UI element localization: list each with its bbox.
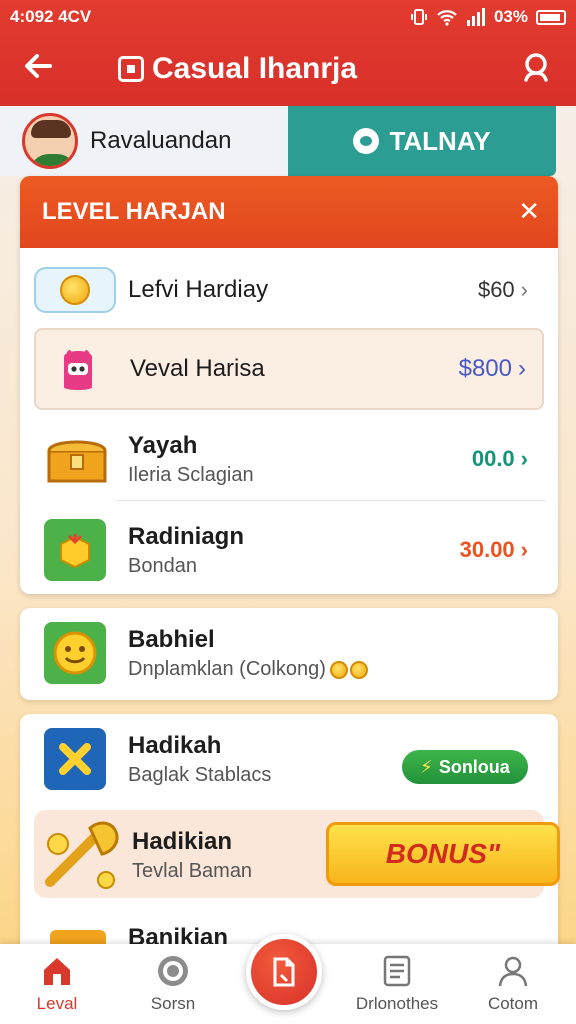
signal-icon — [466, 8, 485, 26]
center-action-button[interactable] — [246, 934, 322, 1010]
ribbon-icon — [44, 728, 106, 790]
bonus-subtitle: Tevlal Baman — [132, 860, 253, 882]
vibrate-icon — [410, 9, 427, 25]
nav-item-cotom[interactable]: Cotom — [458, 954, 568, 1014]
home-icon — [44, 958, 70, 985]
list-item-amount: $800 › — [458, 355, 526, 382]
nav-label: Drlonothes — [355, 994, 439, 1013]
peek-chest-icon — [50, 930, 106, 944]
level-panel: LEVEL HARJAN ✕ Lefvi Hardiay $60 › Veval … — [20, 176, 558, 594]
babhiel-subtitle: Dnplamklan (Colkong) — [128, 658, 326, 680]
bonus-button[interactable]: BONUS" — [326, 822, 560, 886]
trumpet-icon — [40, 812, 124, 901]
bonus-title: Hadikian — [132, 828, 233, 855]
pink-mascot-icon — [50, 341, 106, 397]
page-title-text: Casual Ɩhanrja — [152, 52, 358, 85]
babhiel-title: Babhiel — [128, 626, 215, 653]
list-item-title: Yayah — [128, 431, 198, 459]
list-item-highlighted[interactable]: Veval Harisa $800 › — [34, 328, 544, 410]
list-item-label: Veval Harisa — [130, 355, 265, 382]
hadikah-subtitle: Baglak Stablacs — [128, 764, 272, 786]
document-list-icon — [383, 955, 411, 987]
babhiel-text: Babhiel Dnplamklan (Colkong) — [128, 626, 368, 681]
back-arrow-icon[interactable] — [20, 48, 56, 84]
profile-name: Ravaluandan — [90, 127, 232, 154]
status-icons: 03% — [410, 7, 566, 27]
nav-label: Cotom — [487, 994, 539, 1013]
battery-icon — [536, 9, 566, 25]
list-item[interactable]: Lefvi Hardiay $60 › — [34, 262, 544, 318]
list-item-text: Radiniagn Bondan — [128, 523, 244, 578]
nav-label: Sorsn — [150, 994, 196, 1013]
hadikah-title: Hadikah — [128, 732, 222, 759]
talnay-label: TALNAY — [389, 125, 491, 156]
treasure-chest-icon — [42, 428, 112, 490]
sonloua-button[interactable]: ⚡ Sonloua — [402, 750, 528, 784]
divider — [116, 500, 546, 501]
smiley-coin-icon — [44, 622, 106, 684]
app-logo-icon — [118, 56, 144, 82]
list-item[interactable]: Radiniagn Bondan 30.00 › — [34, 512, 544, 588]
battery-percent: 03% — [493, 7, 528, 26]
coins-icon — [329, 660, 368, 679]
talnay-button[interactable]: TALNAY — [288, 106, 556, 176]
header-bar: Casual Ɩhanrja — [0, 38, 576, 98]
list-item-subtitle: Bondan — [128, 554, 197, 577]
profile-icon — [498, 956, 528, 987]
list-item-text: Yayah Ileria Sclagian — [128, 432, 254, 487]
coin-icon — [34, 267, 116, 313]
list-item-label: Lefvi Hardiay — [128, 276, 269, 303]
close-icon[interactable]: ✕ — [518, 198, 540, 224]
status-time: 4:092 4CV — [10, 7, 92, 26]
bonus-text: Hadikian Tevlal Baman — [132, 828, 252, 883]
gift-box-icon — [44, 519, 106, 581]
profile-info[interactable]: Ravaluandan — [0, 106, 288, 176]
list-item-amount: $60 › — [477, 277, 528, 302]
list-item-subtitle: Ileria Sclagian — [128, 463, 254, 486]
nav-label: Leval — [36, 994, 78, 1013]
bonus-row[interactable]: Hadikian Tevlal Baman BONUS" — [34, 810, 560, 901]
level-panel-header: LEVEL HARJAN ✕ — [20, 176, 558, 248]
list-item-amount: 30.00 › — [459, 537, 528, 562]
list-item-title: Radiniagn — [128, 522, 245, 550]
user-search-icon[interactable] — [520, 50, 554, 84]
level-panel-title: LEVEL HARJAN — [42, 198, 226, 225]
sonloua-label: Sonloua — [438, 756, 510, 777]
app-header: 4:092 4CV 03% Casual Ɩhanrja — [0, 0, 576, 106]
status-bar: 4:092 4CV 03% — [10, 6, 566, 28]
page-title: Casual Ɩhanrja — [118, 52, 357, 86]
wifi-icon — [437, 10, 457, 26]
document-icon — [273, 957, 295, 987]
avatar[interactable] — [22, 113, 78, 169]
hadikah-text: Hadikah Baglak Stablacs — [128, 732, 271, 787]
chat-icon — [353, 128, 380, 154]
profile-strip: Ravaluandan TALNAY — [0, 106, 576, 176]
nav-item-sorsn[interactable]: Sorsn — [118, 954, 228, 1014]
list-item[interactable]: Yayah Ileria Sclagian 00.0 › — [34, 420, 544, 498]
lightning-icon: ⚡ — [420, 756, 433, 777]
nav-item-leval[interactable]: Leval — [2, 954, 112, 1014]
list-item-amount: 00.0 › — [471, 446, 528, 471]
smiley-icon — [158, 956, 188, 986]
peek-title: Banikian — [128, 924, 229, 944]
nav-item-drlonothes[interactable]: Drlonothes — [342, 954, 452, 1014]
babhiel-card[interactable]: Babhiel Dnplamklan (Colkong) — [20, 608, 558, 700]
babhiel-subtitle-row: Dnplamklan (Colkong) — [128, 658, 368, 681]
